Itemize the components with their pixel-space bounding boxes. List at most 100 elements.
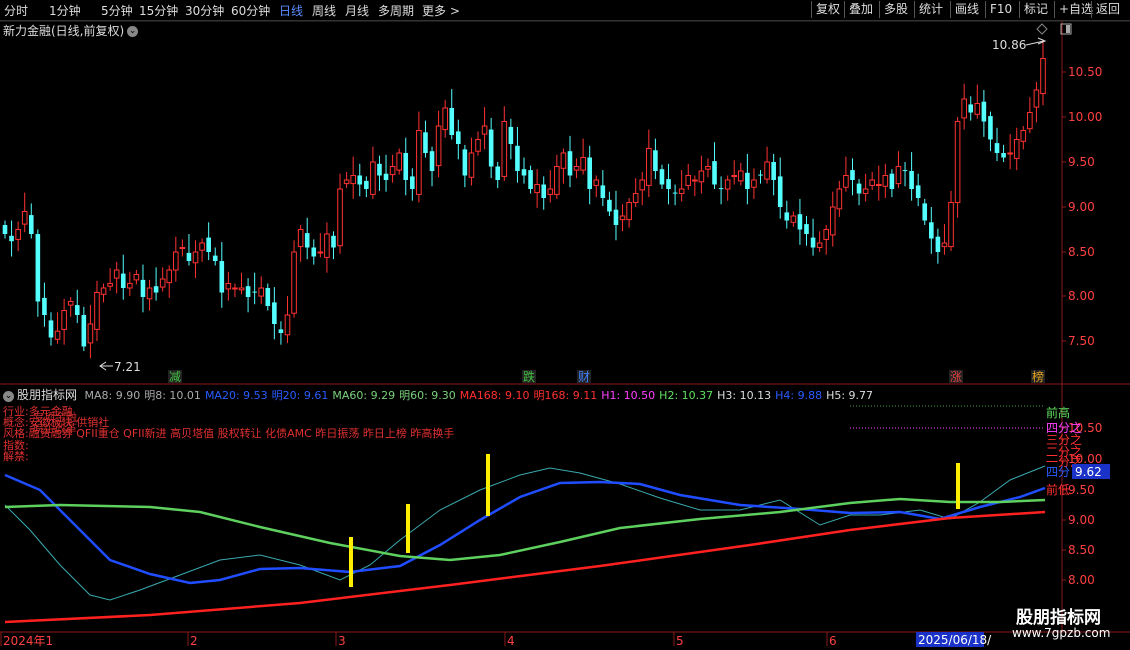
candle — [311, 239, 317, 265]
event-marker: 财 — [577, 370, 591, 384]
candle — [902, 162, 908, 187]
event-marker: 榜 — [1031, 369, 1045, 384]
candle — [528, 165, 533, 194]
candle — [435, 110, 442, 178]
kline-chart[interactable]: 10.50 10.00 9.50 9.00 8.50 8.00 7.50 10.… — [0, 0, 1130, 650]
indicator-tick: 8.00 — [1068, 573, 1095, 587]
candle — [113, 261, 120, 294]
event-label: 减 — [169, 370, 181, 384]
candle — [593, 175, 600, 198]
candle — [389, 154, 396, 183]
candle — [468, 137, 475, 186]
candle — [146, 279, 153, 311]
candle — [666, 163, 671, 205]
indicator-value: MA168: 9.10 — [459, 389, 530, 402]
candle — [534, 169, 540, 208]
candle — [836, 180, 843, 217]
price-tick: 8.00 — [1068, 289, 1095, 303]
signal-bar — [406, 504, 410, 553]
candle — [850, 158, 855, 196]
candle — [410, 168, 415, 201]
candle — [994, 127, 1000, 162]
candle — [212, 247, 218, 266]
price-tick: 8.50 — [1068, 245, 1095, 259]
candle — [541, 176, 547, 210]
candle — [159, 267, 166, 292]
candle — [364, 176, 369, 198]
candle — [21, 192, 28, 233]
watermark-brand: 股朋指标网 — [1016, 608, 1101, 628]
candle — [1020, 126, 1027, 150]
event-marker: 涨 — [949, 369, 963, 384]
candle — [929, 207, 934, 254]
candle — [87, 305, 94, 359]
candle — [42, 282, 47, 327]
candle — [343, 171, 350, 189]
candle — [206, 222, 211, 261]
candle — [232, 283, 238, 297]
candle — [784, 200, 790, 229]
candle — [869, 171, 875, 190]
indicator-value: MA60: 9.29 — [332, 389, 396, 402]
candle — [804, 216, 809, 246]
candle — [403, 137, 409, 196]
candle — [278, 321, 284, 345]
indicator-value: H2: 10.37 — [659, 389, 714, 402]
candle — [790, 211, 797, 227]
candle — [968, 96, 974, 121]
candle — [758, 170, 763, 184]
candle — [816, 231, 823, 252]
candle — [745, 153, 750, 205]
candle — [777, 157, 783, 219]
watermark-url: www.7gpzb.com — [1012, 626, 1111, 640]
candle — [9, 220, 14, 257]
candle — [396, 148, 402, 175]
candle — [797, 198, 803, 245]
candle — [515, 126, 520, 183]
signal-bars — [349, 454, 960, 587]
candle — [685, 163, 692, 190]
current-value-label: 9.62 — [1075, 465, 1102, 479]
signal-bar — [486, 454, 490, 516]
candle — [882, 163, 889, 198]
candle — [81, 306, 87, 351]
candle — [377, 155, 382, 191]
indicator-tick: 9.00 — [1068, 513, 1095, 527]
candle — [291, 240, 297, 318]
candle — [613, 190, 619, 241]
candle — [810, 218, 816, 256]
date-tick: 3 — [338, 634, 346, 648]
candle — [895, 151, 902, 189]
candle — [659, 164, 665, 189]
candle — [875, 165, 882, 201]
candle — [74, 289, 80, 324]
candle — [449, 89, 455, 140]
candle — [67, 297, 74, 317]
event-marker: 减 — [168, 370, 182, 384]
candle — [94, 280, 100, 342]
indicator-value: H1: 10.50 — [601, 389, 656, 402]
candle — [1001, 144, 1006, 162]
candle — [619, 204, 626, 232]
candle — [423, 120, 428, 158]
candle — [712, 142, 717, 189]
candle — [580, 138, 586, 175]
indicator-value: H4: 9.88 — [775, 389, 823, 402]
candle — [133, 270, 140, 285]
indicator-name[interactable]: 股朋指标网 — [17, 388, 77, 402]
date-tick: 4 — [507, 634, 515, 648]
signal-bar — [349, 537, 353, 587]
candle — [922, 198, 928, 225]
candle — [153, 267, 159, 301]
candle — [909, 152, 914, 201]
candle — [284, 296, 291, 343]
chevron-down-icon[interactable]: ⌄ — [3, 390, 14, 402]
candle — [1040, 39, 1046, 106]
candle — [981, 90, 987, 137]
candle — [337, 173, 343, 254]
price-tick: 9.00 — [1068, 200, 1095, 214]
indicator-header: ⌄ 股朋指标网 MA8: 9.90 明8: 10.01 MA20: 9.53 明20: … — [0, 386, 1130, 403]
candle — [481, 107, 488, 150]
candle — [988, 111, 993, 152]
candle — [1013, 127, 1020, 171]
